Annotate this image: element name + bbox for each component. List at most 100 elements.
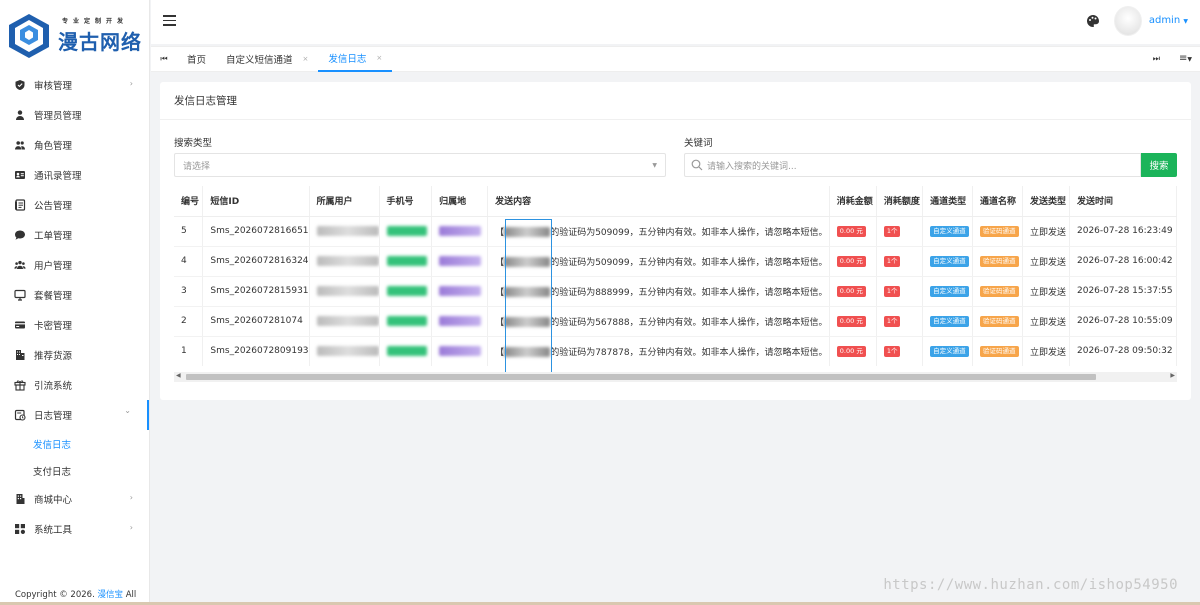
cell-amount: 0.00 元: [829, 246, 877, 277]
sidebar-item-card[interactable]: 卡密管理: [0, 310, 149, 340]
sidebar-item-label: 系统工具: [34, 525, 73, 536]
cell-channel-name: 验证码通道: [972, 306, 1023, 337]
redacted-location: [439, 225, 482, 236]
table-row[interactable]: 3 Sms_2026072815931 【 的验证码为888999，五分钟内有效。如非…: [174, 276, 1177, 307]
sidebar-item-chat-bubble[interactable]: 工单管理: [0, 220, 149, 250]
cell-quota: 1个: [876, 216, 924, 247]
content-prefix: 【: [495, 257, 505, 268]
sidebar-item-label: 管理员管理: [34, 111, 82, 122]
users-group-icon: [14, 259, 26, 271]
quota-badge: 1个: [883, 225, 901, 237]
shop-icon: [14, 493, 26, 505]
close-icon[interactable]: ×: [376, 54, 382, 62]
copyright-brand-link[interactable]: 漫信宝: [97, 590, 123, 600]
logo-cube-icon: [9, 14, 49, 58]
cell-channel-name: 验证码通道: [972, 216, 1023, 247]
user-avatar[interactable]: [1114, 6, 1142, 36]
brand-logo[interactable]: 专业定制开发 漫古网络: [0, 0, 149, 70]
column-header: 发送内容: [487, 186, 830, 217]
table-row[interactable]: 4 Sms_2026072816324 【 的验证码为509099，五分钟内有效。如非…: [174, 246, 1177, 277]
user-name-dropdown[interactable]: admin ▼: [1149, 15, 1188, 26]
column-header: 手机号: [379, 186, 433, 217]
sidebar-item-tools-grid[interactable]: 系统工具 ›: [0, 514, 149, 544]
close-icon[interactable]: ×: [303, 55, 309, 63]
redacted-phone: [386, 225, 427, 236]
cell-id: 4: [174, 246, 204, 277]
redacted-location: [439, 255, 482, 266]
amount-badge: 0.00 元: [836, 225, 866, 237]
redacted-user: [316, 345, 379, 356]
theme-palette-icon[interactable]: [1086, 14, 1100, 28]
cell-amount: 0.00 元: [829, 306, 877, 337]
cell-sms-id: Sms_2026072815931: [202, 276, 310, 307]
cell-sms-id: Sms_2026072816651: [202, 216, 310, 247]
search-type-select[interactable]: 请选择 ▼: [174, 153, 666, 177]
scroll-right-arrow-icon[interactable]: ▶: [1170, 372, 1175, 379]
sms-log-table-wrap: 编号 短信ID 所属用户 手机号 归属地 发送内容 消耗金额 消耗额度 通道类型 通道名称 发送类型…: [174, 186, 1177, 366]
tab-list: 首页 自定义短信通道 × 发信日志 ×: [177, 46, 393, 72]
sidebar-item-label: 审核管理: [34, 81, 73, 92]
notice-icon: [14, 199, 26, 211]
column-header: 归属地: [431, 186, 489, 217]
channel-name-badge: 验证码通道: [980, 225, 1019, 237]
tab[interactable]: 首页: [177, 46, 216, 72]
keyword-label: 关键词: [684, 138, 713, 149]
redacted-user: [316, 285, 379, 296]
table-row[interactable]: 5 Sms_2026072816651 【 的验证码为509099，五分钟内有效。如非…: [174, 216, 1177, 247]
sidebar-item-contact-card[interactable]: 通讯录管理: [0, 160, 149, 190]
cell-user: [309, 246, 380, 277]
cell-phone: [379, 216, 433, 247]
cell-phone: [379, 276, 433, 307]
menu-toggle-icon[interactable]: [163, 15, 176, 29]
sidebar-item-log[interactable]: 日志管理 ⌄: [0, 400, 149, 430]
table-row[interactable]: 2 Sms_202607281074 【 的验证码为567888，五分钟内有效。如非本…: [174, 306, 1177, 337]
sidebar-item-people[interactable]: 角色管理: [0, 130, 149, 160]
gift-icon: [14, 379, 26, 391]
channel-type-badge: 自定义通道: [930, 255, 969, 267]
sidebar-item-label: 引流系统: [34, 381, 73, 392]
cell-send-type: 立即发送: [1022, 246, 1071, 277]
submenu-item[interactable]: 支付日志: [0, 457, 149, 484]
tabs-scroll-right-icon[interactable]: ⏭: [1153, 54, 1160, 64]
tab[interactable]: 发信日志 ×: [318, 46, 393, 72]
keyword-input[interactable]: 请输入搜索的关键词...: [684, 153, 1141, 177]
search-type-placeholder: 请选择: [183, 161, 211, 172]
scroll-left-arrow-icon[interactable]: ◀: [176, 372, 181, 379]
content-text: 的验证码为787878，五分钟内有效。如非本人操作，请忽略本短信。: [550, 347, 828, 358]
redacted-phone: [386, 285, 427, 296]
cell-user: [309, 216, 380, 247]
sidebar-item-label: 用户管理: [34, 261, 73, 272]
horizontal-scrollbar[interactable]: ◀ ▶: [174, 372, 1177, 382]
sidebar-item-label: 卡密管理: [34, 321, 73, 332]
amount-badge: 0.00 元: [836, 315, 866, 327]
tabs-scroll-left-icon[interactable]: ⏮: [151, 54, 177, 64]
sidebar-item-person[interactable]: 管理员管理: [0, 100, 149, 130]
content-text: 的验证码为509099，五分钟内有效。如非本人操作，请忽略本短信。: [550, 257, 828, 268]
sidebar-item-gift[interactable]: 引流系统: [0, 370, 149, 400]
caret-down-icon: ▼: [652, 162, 657, 169]
sidebar-item-notice[interactable]: 公告管理: [0, 190, 149, 220]
sidebar-item-shield-check[interactable]: 审核管理 ›: [0, 70, 149, 100]
redacted-user: [316, 255, 379, 266]
cell-user: [309, 336, 380, 366]
sidebar-item-building[interactable]: 推荐货源: [0, 340, 149, 370]
cell-id: 5: [174, 216, 204, 247]
tabs-menu-icon[interactable]: ≡▼: [1179, 53, 1192, 64]
cell-phone: [379, 336, 433, 366]
table-row[interactable]: 1 Sms_2026072809193 【 的验证码为787878，五分钟内有效。如非…: [174, 336, 1177, 366]
sidebar-item-shop[interactable]: 商城中心 ›: [0, 484, 149, 514]
search-button[interactable]: 搜索: [1141, 153, 1177, 177]
search-type-label: 搜索类型: [174, 138, 213, 149]
tab-label: 首页: [187, 55, 207, 66]
brand-slogan: 专业定制开发: [62, 17, 129, 25]
submenu-item[interactable]: 发信日志: [0, 430, 149, 457]
cell-sms-id: Sms_2026072816324: [202, 246, 310, 277]
scrollbar-thumb[interactable]: [186, 374, 1096, 380]
user-name: admin: [1148, 15, 1181, 26]
sidebar-item-package[interactable]: 套餐管理: [0, 280, 149, 310]
sms-log-table: 编号 短信ID 所属用户 手机号 归属地 发送内容 消耗金额 消耗额度 通道类型 通道名称 发送类型…: [174, 186, 1177, 366]
sidebar-item-users-group[interactable]: 用户管理: [0, 250, 149, 280]
people-icon: [14, 139, 26, 151]
tab[interactable]: 自定义短信通道 ×: [216, 46, 318, 72]
sidebar-item-label: 通讯录管理: [34, 171, 82, 182]
